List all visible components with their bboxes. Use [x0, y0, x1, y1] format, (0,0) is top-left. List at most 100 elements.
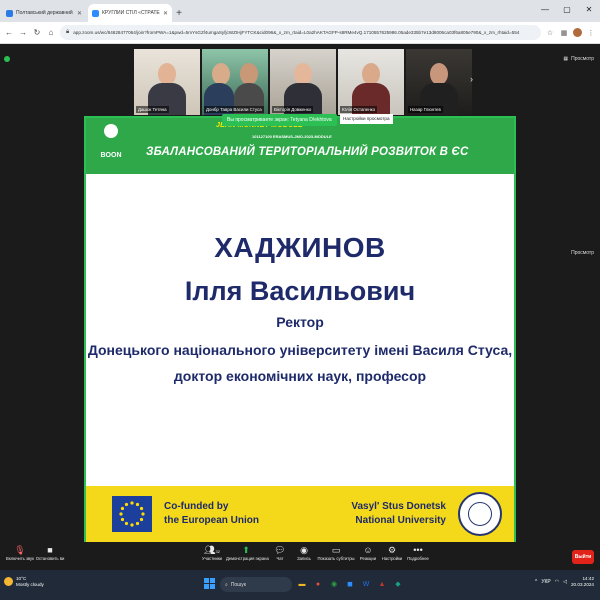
eu-flag-icon — [112, 496, 152, 532]
pdf-icon[interactable]: ▲ — [376, 577, 388, 591]
language-indicator[interactable]: УКР — [541, 579, 550, 585]
star-icon[interactable]: ☆ — [545, 26, 555, 40]
cloudy-sun-icon — [4, 577, 13, 587]
university-line-1: Vasyl' Stus Donetsk — [351, 501, 446, 512]
weather-widget[interactable]: 10°C Mostly cloudy — [4, 576, 44, 587]
close-tab-icon[interactable]: ✕ — [163, 10, 168, 17]
clock-date: 20.03.2024 — [571, 581, 594, 587]
slide-footer: Co-funded by the European Union Vasyl' S… — [86, 486, 514, 542]
eu-star-icon — [135, 521, 140, 526]
boon-logo-text: BOON — [100, 152, 122, 159]
more-dots-icon: ••• — [413, 545, 423, 555]
new-tab-button[interactable]: + — [172, 4, 186, 22]
file-explorer-icon[interactable]: ▬ — [296, 577, 308, 591]
minimize-icon[interactable]: — — [534, 0, 556, 18]
person-head — [430, 63, 448, 85]
eu-star-icon — [124, 502, 129, 507]
browser-tab-active[interactable]: КРУГЛИЙ СТІЛ «СТРАТЕГ ✕ — [88, 4, 172, 22]
speaker-icon[interactable]: ◁ — [563, 579, 567, 585]
reload-icon[interactable]: ↻ — [32, 26, 42, 40]
shared-screen-slide: BOON JEAN MONNET MODULE 101127100 ERASMU… — [84, 116, 516, 544]
browser-tab[interactable]: Полтавський державний агр ✕ — [2, 4, 86, 22]
participants-count: 32 — [215, 549, 220, 554]
slide-title: ЗБАЛАНСОВАНИЙ ТЕРИТОРІАЛЬНИЙ РОЗВИТОК В … — [146, 146, 469, 158]
maximize-icon[interactable]: ▢ — [556, 0, 578, 18]
participant-tile[interactable]: Дашок Тетяна — [134, 49, 200, 115]
participant-name: Вікторія Довженко — [272, 106, 314, 113]
zoom-toolbar: 🎙︎ Включить звук ■ Остановить ви 👥︎32 Уч… — [0, 542, 600, 570]
windows-start-icon[interactable] — [204, 578, 216, 590]
home-icon[interactable]: ⌂ — [46, 26, 56, 40]
view-label: Просмотр — [571, 56, 594, 62]
tab-title: КРУГЛИЙ СТІЛ «СТРАТЕГ — [102, 10, 160, 16]
cofunded-line-1: Co-funded by — [164, 501, 229, 512]
participant-name: Донбр Тавра Васили Стуса — [204, 106, 264, 113]
lock-icon: 🔒︎ — [66, 29, 70, 35]
participant-tile[interactable]: Донбр Тавра Васили Стуса — [202, 49, 268, 115]
word-icon[interactable]: W — [360, 577, 372, 591]
video-label: Остановить ви — [35, 556, 65, 561]
eu-star-icon — [141, 512, 145, 516]
clock[interactable]: 14:42 20.03.2024 — [571, 576, 594, 588]
zoom-app-icon[interactable]: ◼ — [344, 577, 356, 591]
view-button[interactable]: ▦ Просмотр — [563, 56, 594, 62]
eu-star-icon — [119, 512, 123, 516]
extensions-icon[interactable]: ▦ — [559, 26, 569, 40]
start-tile — [204, 578, 209, 583]
site-favicon-icon — [6, 9, 13, 17]
eu-star-icon — [120, 506, 125, 511]
settings-tip-text: Настройки просмотра — [343, 116, 390, 121]
slide-header: BOON JEAN MONNET MODULE 101127100 ERASMU… — [86, 118, 514, 174]
speaker-given-names: Ілля Васильович — [184, 276, 416, 306]
weather-text: 10°C Mostly cloudy — [16, 576, 44, 587]
grid-icon: ▦ — [563, 56, 569, 62]
participant-name: Юлія Остапенко — [340, 106, 378, 113]
leave-button[interactable]: Выйти — [572, 550, 594, 564]
eu-star-icon — [130, 523, 134, 527]
boon-logo: BOON — [96, 124, 126, 168]
start-tile — [204, 584, 209, 589]
more-label: Подробнее — [407, 556, 429, 561]
search-icon: ⌕ — [225, 581, 228, 588]
profile-avatar[interactable] — [573, 28, 582, 37]
window-controls: — ▢ ✕ — [534, 0, 600, 18]
eu-star-icon — [130, 501, 134, 505]
project-id: 101127100 ERASMUS-JMO-2023-MODULE — [252, 134, 332, 139]
side-view-label[interactable]: Просмотр — [571, 250, 594, 256]
view-settings-tooltip[interactable]: Настройки просмотра — [340, 114, 393, 124]
eu-star-icon — [124, 521, 129, 526]
app-icon[interactable]: ● — [312, 577, 324, 591]
more-button[interactable]: ••• Подробнее — [398, 544, 438, 561]
participant-tile[interactable]: Юлія Остапенко — [338, 49, 404, 115]
address-bar[interactable]: 🔒︎ app.zoom.us/wc/84628477064/join?fromP… — [60, 25, 541, 40]
cofunded-line-2: the European Union — [164, 514, 259, 526]
address-url: app.zoom.us/wc/84628477064/join?fromPWA=… — [73, 30, 520, 35]
chrome-icon[interactable]: ◉ — [328, 577, 340, 591]
close-window-icon[interactable]: ✕ — [578, 0, 600, 18]
zoom-favicon-icon — [92, 9, 99, 17]
chevron-right-icon[interactable]: › — [470, 74, 473, 84]
menu-dots-icon[interactable]: ⋮ — [586, 26, 596, 40]
university-label: Vasyl' Stus Donetsk National University — [351, 500, 446, 527]
cofunded-label: Co-funded by the European Union — [164, 500, 259, 527]
forward-icon[interactable]: → — [18, 26, 28, 40]
participant-tile[interactable]: Вікторія Довженко — [270, 49, 336, 115]
zoom-meeting-window: ▦ Просмотр Дашок Тетяна Донбр Тавра Васи… — [0, 44, 600, 570]
speaker-role: Ректор — [276, 314, 324, 330]
close-tab-icon[interactable]: ✕ — [77, 10, 82, 17]
store-icon[interactable]: ◆ — [392, 577, 404, 591]
encryption-indicator[interactable] — [4, 56, 13, 62]
viewing-screen-banner[interactable]: Вы просматриваете экран: Tetyana D/ekhto… — [222, 114, 337, 126]
stop-video-button[interactable]: ■ Остановить ви — [30, 544, 70, 561]
chevron-up-icon[interactable]: ^ — [535, 579, 537, 585]
participant-tile[interactable]: Назар Глюнтев — [406, 49, 472, 115]
wifi-icon[interactable]: ◠ — [555, 579, 559, 585]
browser-toolbar: ← → ↻ ⌂ 🔒︎ app.zoom.us/wc/84628477064/jo… — [0, 22, 600, 44]
taskbar-search[interactable]: ⌕ Пошук — [220, 577, 292, 592]
speaker-surname: ХАДЖИНОВ — [214, 232, 386, 263]
shield-icon — [4, 56, 10, 62]
browser-tab-strip: Полтавський державний агр ✕ КРУГЛИЙ СТІЛ… — [0, 0, 600, 22]
participant-strip: Дашок Тетяна Донбр Тавра Васили Стуса Ві… — [134, 49, 472, 115]
screen: Полтавський державний агр ✕ КРУГЛИЙ СТІЛ… — [0, 0, 600, 600]
back-icon[interactable]: ← — [4, 26, 14, 40]
